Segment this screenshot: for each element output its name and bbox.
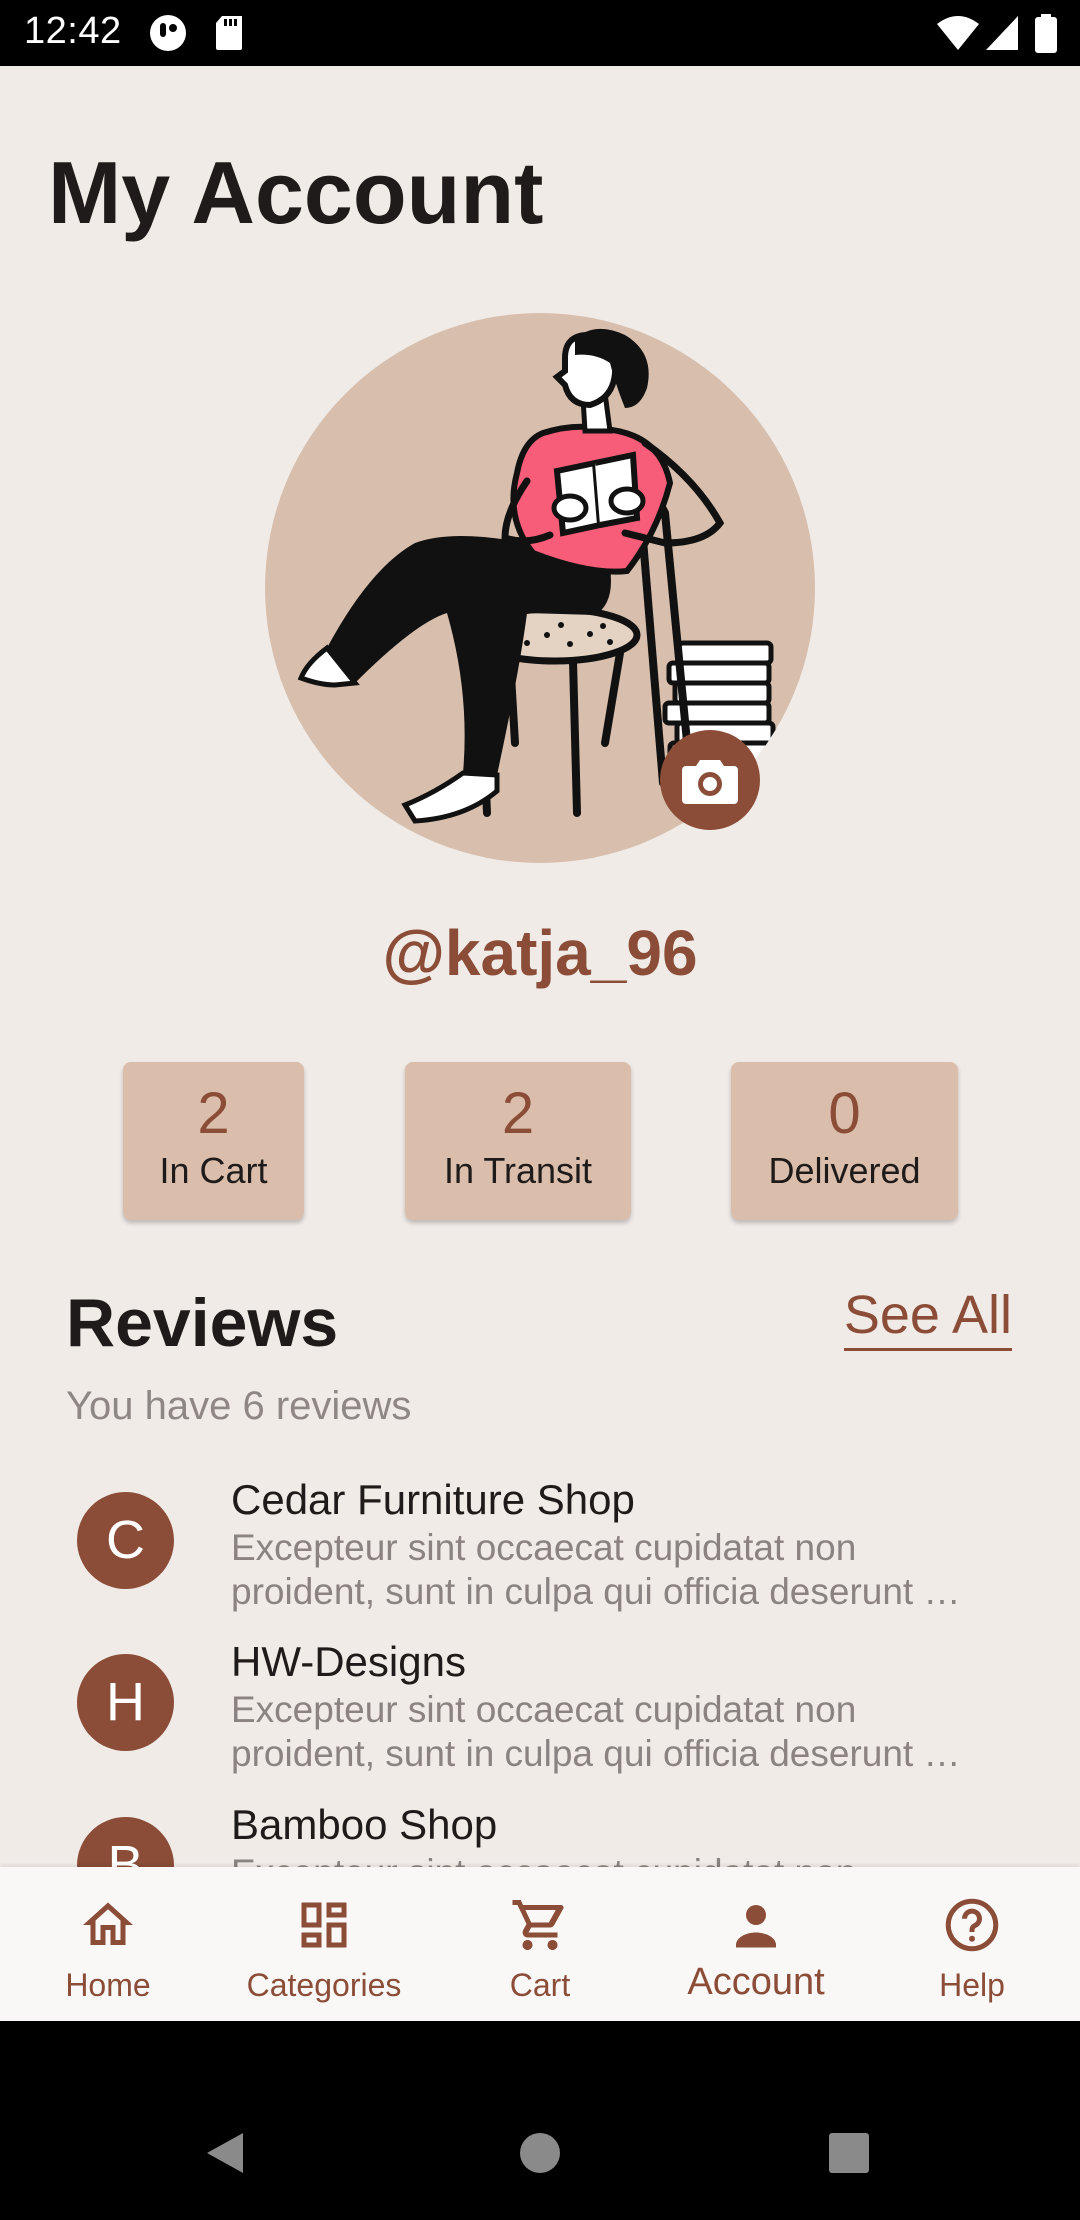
stat-label: In Cart — [159, 1150, 268, 1191]
stat-label: Delivered — [768, 1150, 921, 1191]
profile-avatar-section — [265, 313, 815, 863]
nav-label: Categories — [246, 1967, 402, 2003]
status-time: 12:42 — [24, 10, 122, 52]
review-list-item[interactable]: H HW-Designs Excepteur sint occaecat cup… — [0, 1636, 1080, 1798]
see-all-reviews-link[interactable]: See All — [843, 1284, 1012, 1351]
nav-home[interactable]: Home — [0, 1867, 216, 2021]
stat-value: 2 — [197, 1081, 230, 1146]
username: @katja_96 — [382, 917, 698, 989]
nav-help[interactable]: Help — [864, 1867, 1080, 2021]
nav-categories[interactable]: Categories — [216, 1867, 432, 2021]
page-title: My Account — [48, 143, 544, 242]
reviews-heading: Reviews — [66, 1285, 339, 1361]
review-shop-name: Cedar Furniture Shop — [231, 1476, 635, 1523]
nav-label: Help — [939, 1967, 1005, 2003]
stat-delivered[interactable]: 0 Delivered — [731, 1062, 958, 1220]
nav-label: Cart — [509, 1967, 571, 2003]
account-icon — [736, 1905, 776, 1948]
review-shop-name: Bamboo Shop — [231, 1801, 498, 1848]
reviews-count: You have 6 reviews — [66, 1384, 412, 1428]
status-bar: 12:42 — [0, 0, 1080, 66]
review-list-item[interactable]: C Cedar Furniture Shop Excepteur sint oc… — [0, 1474, 1080, 1636]
cart-icon — [512, 1900, 564, 1950]
help-icon — [945, 1898, 999, 1952]
review-avatar: C — [77, 1492, 174, 1589]
home-icon — [83, 1902, 133, 1945]
home-circle-icon[interactable] — [519, 2132, 561, 2174]
stat-value: 0 — [828, 1081, 861, 1146]
notification-app-icon — [148, 14, 188, 57]
account-screen: My Account @katja_96 2 In Cart 2 In Tran… — [0, 66, 1080, 1934]
back-icon[interactable] — [205, 2131, 245, 2175]
review-excerpt: Excepteur sint occaecat cupidatat non pr… — [231, 1527, 961, 1612]
stat-label: In Transit — [443, 1150, 593, 1191]
system-navigation-bar — [0, 2086, 1080, 2220]
nav-cart[interactable]: Cart — [432, 1867, 648, 2021]
nav-label: Home — [65, 1967, 151, 2003]
stat-value: 2 — [501, 1081, 535, 1146]
camera-icon — [682, 760, 738, 804]
change-photo-button[interactable] — [660, 730, 760, 830]
stat-in-transit[interactable]: 2 In Transit — [405, 1062, 631, 1220]
nav-account[interactable]: Account — [648, 1867, 864, 2021]
bottom-navigation: Home Categories Cart Account Help — [0, 1867, 1080, 2021]
sd-card-icon — [214, 14, 244, 57]
review-avatar: H — [77, 1654, 174, 1751]
signal-icon — [984, 14, 1020, 57]
review-shop-name: HW-Designs — [231, 1638, 466, 1685]
battery-icon — [1034, 14, 1058, 59]
review-excerpt: Excepteur sint occaecat cupidatat non pr… — [231, 1689, 961, 1774]
recents-icon[interactable] — [829, 2133, 869, 2173]
wifi-icon — [936, 14, 980, 57]
stat-in-cart[interactable]: 2 In Cart — [123, 1062, 304, 1220]
categories-icon — [301, 1902, 347, 1948]
nav-label: Account — [687, 1961, 825, 2003]
